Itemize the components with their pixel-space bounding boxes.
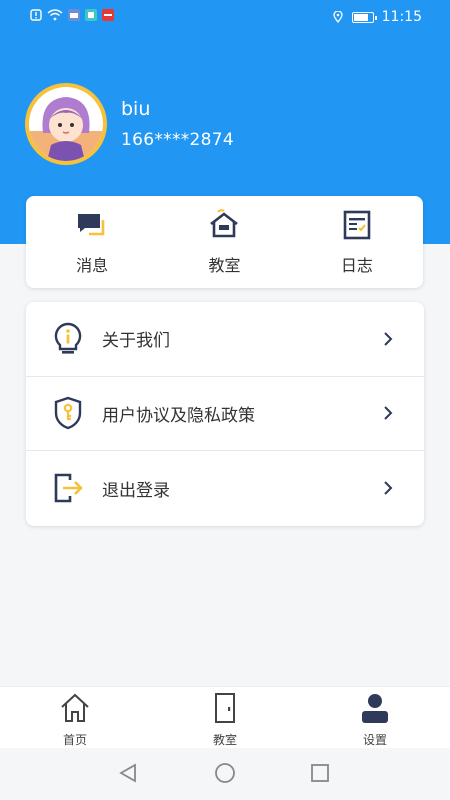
log-icon [343, 210, 371, 240]
status-right: 11:15 [332, 9, 422, 25]
chevron-right-icon [384, 332, 393, 346]
app-icon [102, 9, 114, 21]
tab-label: 设置 [362, 733, 387, 747]
user-phone: 166****2874 [121, 130, 235, 150]
bottom-tab-bar: 首页 教室 设置 [0, 686, 450, 748]
back-icon[interactable] [117, 762, 139, 784]
quick-actions-card: 消息 教室 日志 [26, 196, 423, 288]
settings-menu: 关于我们 用户协议及隐私政策 退出登录 [26, 302, 424, 526]
status-time: 11:15 [381, 9, 422, 25]
quick-action-classroom[interactable]: 教室 [158, 196, 290, 288]
recents-icon[interactable] [309, 762, 331, 784]
logout-icon [54, 474, 83, 503]
menu-item-user-agreement[interactable]: 用户协议及隐私政策 [26, 377, 424, 452]
alert-icon [30, 9, 42, 21]
avatar-image [29, 87, 103, 161]
menu-item-label: 关于我们 [102, 331, 170, 352]
location-icon [332, 11, 343, 23]
tab-classroom[interactable]: 教室 [150, 687, 300, 748]
shield-key-icon [54, 397, 82, 430]
menu-item-label: 退出登录 [102, 480, 170, 501]
quick-action-message[interactable]: 消息 [26, 196, 158, 288]
status-bar: 11:15 [0, 0, 450, 34]
chevron-right-icon [384, 481, 393, 496]
user-icon [362, 694, 388, 723]
wifi-icon [47, 9, 63, 21]
quick-action-label: 教室 [208, 256, 241, 275]
quick-action-label: 日志 [340, 256, 373, 275]
home-icon [61, 693, 89, 722]
info-bulb-icon [54, 322, 82, 354]
tab-label: 首页 [62, 733, 87, 747]
menu-item-about-us[interactable]: 关于我们 [26, 302, 424, 377]
user-name: biu [121, 98, 151, 120]
app-icon [85, 9, 97, 21]
avatar[interactable] [25, 83, 107, 165]
classroom-icon [210, 209, 239, 238]
tab-home[interactable]: 首页 [0, 687, 150, 748]
status-left-icons [30, 9, 114, 21]
app-icon [68, 9, 80, 21]
avatar-illustration-icon [29, 97, 103, 161]
quick-action-label: 消息 [76, 256, 109, 275]
door-icon [215, 693, 235, 723]
quick-action-log[interactable]: 日志 [291, 196, 423, 288]
system-navigation-bar [0, 748, 450, 800]
home-circle-icon[interactable] [214, 762, 236, 784]
menu-item-label: 用户协议及隐私政策 [102, 405, 255, 426]
menu-item-logout[interactable]: 退出登录 [26, 451, 424, 526]
battery-icon [351, 11, 377, 23]
message-icon [78, 214, 105, 236]
chevron-right-icon [384, 406, 393, 421]
tab-settings[interactable]: 设置 [300, 687, 450, 748]
tab-label: 教室 [212, 733, 237, 747]
